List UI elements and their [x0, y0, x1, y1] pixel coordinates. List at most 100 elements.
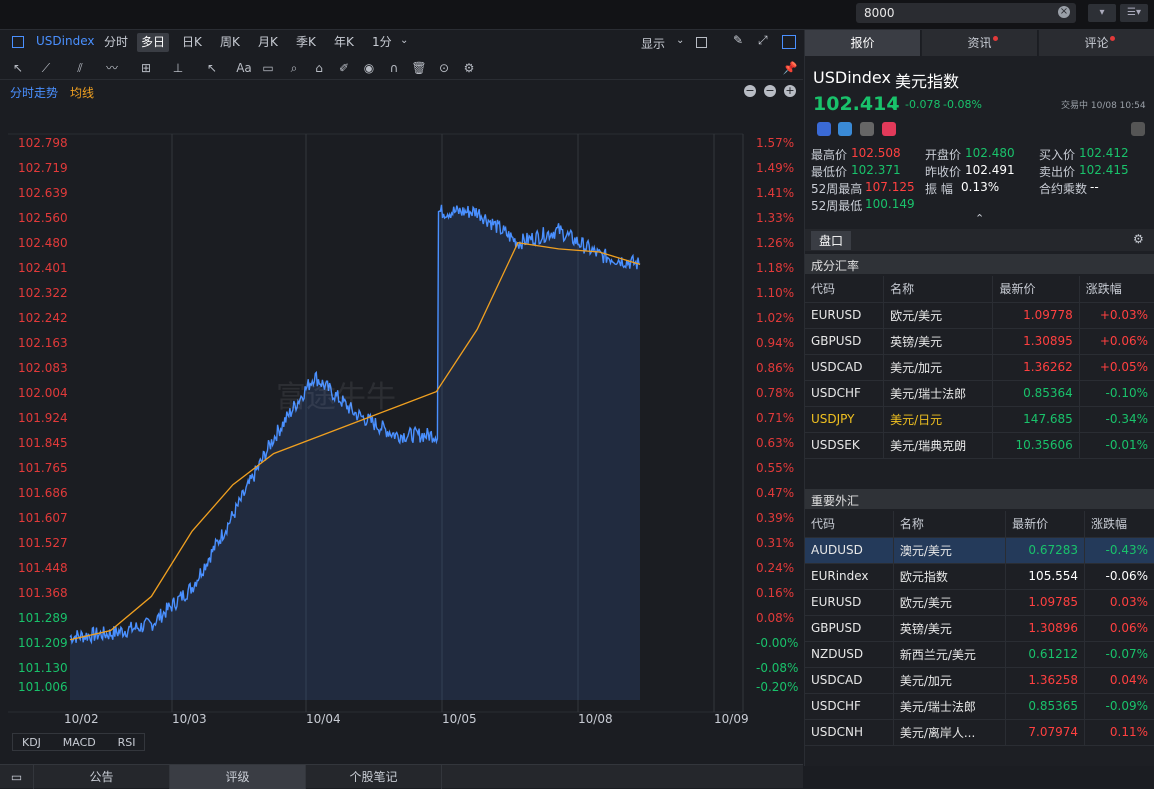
y-label-right: 1.49% — [756, 161, 795, 175]
top-bar: 8000 × ▾ ☰▾ — [0, 0, 1154, 30]
col-header[interactable]: 代码 — [805, 276, 885, 303]
search-input[interactable]: 8000 — [856, 3, 1076, 23]
doc-icon[interactable] — [860, 122, 874, 136]
table-row[interactable]: EURUSD 欧元/美元 1.09785 0.03% — [805, 589, 1154, 616]
eye-icon[interactable]: ◉ — [361, 60, 377, 76]
tab-macd[interactable]: MACD — [54, 734, 105, 752]
sidebar-toggle-icon[interactable] — [782, 35, 796, 49]
display-menu[interactable]: 显示 — [641, 35, 665, 52]
panel-icon[interactable] — [12, 36, 24, 48]
bag-icon[interactable]: ⌂ — [311, 60, 327, 76]
bell-icon[interactable] — [1131, 122, 1145, 136]
lock-icon[interactable]: ⊙ — [436, 60, 452, 76]
tab-kdj[interactable]: KDJ — [13, 734, 50, 752]
checkbox-icon[interactable] — [696, 37, 707, 48]
chevron-up-icon[interactable]: ⌃ — [975, 212, 984, 225]
table-row[interactable]: USDCHF 美元/瑞士法郎 0.85365 -0.09% — [805, 693, 1154, 720]
table-row[interactable]: USDSEK 美元/瑞典克朗 10.35606 -0.01% — [805, 432, 1154, 459]
tf-week[interactable]: 周K — [216, 33, 244, 52]
table-row[interactable]: GBPUSD 英镑/美元 1.30895 +0.06% — [805, 328, 1154, 355]
table-row[interactable]: USDCHF 美元/瑞士法郎 0.85364 -0.10% — [805, 380, 1154, 407]
price-chart[interactable]: 102.798 102.719 102.639 102.560 102.480 102.4… — [8, 102, 803, 737]
magnet-icon[interactable]: ∩ — [386, 60, 402, 76]
tab-comments[interactable]: 评论 — [1039, 30, 1154, 56]
cell-code: USDCNH — [805, 719, 894, 746]
tf-quarter[interactable]: 季K — [292, 33, 320, 52]
search-icon[interactable]: ⌕ — [286, 60, 302, 76]
tab-rating[interactable]: 评级 — [170, 765, 306, 789]
cursor-icon[interactable]: ↖ — [10, 60, 26, 76]
components-table: 代码 名称 最新价 涨跌幅 EURUSD 欧元/美元 1.09778 +0.03% GBPUSD… — [805, 276, 1154, 459]
y-label-left: 101.765 — [18, 461, 68, 475]
trash-icon[interactable]: 🗑 — [411, 60, 427, 76]
comment-icon[interactable]: ▭ — [260, 60, 276, 76]
cell-change: 0.06% — [1084, 615, 1154, 642]
cell-change: 0.03% — [1084, 589, 1154, 616]
tab-pankou[interactable]: 盘口 — [811, 231, 852, 250]
col-header[interactable]: 最新价 — [992, 276, 1080, 303]
table-row[interactable]: EURUSD 欧元/美元 1.09778 +0.03% — [805, 302, 1154, 329]
chevron-down-icon[interactable]: ⌄ — [676, 35, 684, 46]
channel-tool-icon[interactable]: ⫽ — [72, 60, 88, 76]
tf-1min[interactable]: 1分 — [368, 33, 396, 52]
table-row[interactable]: EURindex 欧元指数 105.554 -0.06% — [805, 563, 1154, 590]
col-header[interactable]: 涨跌幅 — [1084, 511, 1154, 538]
line-tool-icon[interactable]: ⟋ — [38, 60, 54, 76]
tab-news[interactable]: 资讯 — [922, 30, 1038, 56]
y-label-left: 101.845 — [18, 436, 68, 450]
tab-rsi[interactable]: RSI — [109, 734, 145, 752]
x-label: 10/09 — [714, 712, 749, 726]
col-header[interactable]: 代码 — [805, 511, 894, 538]
table-row[interactable]: GBPUSD 英镑/美元 1.30896 0.06% — [805, 615, 1154, 642]
wave-tool-icon[interactable]: 〰 — [104, 60, 120, 76]
col-header[interactable]: 最新价 — [1005, 511, 1086, 538]
arrow-tool-icon[interactable]: ↖ — [204, 60, 220, 76]
zoom-out-icon[interactable]: − — [744, 85, 756, 97]
cell-price: 1.09778 — [992, 302, 1080, 329]
brush-icon[interactable]: ✐ — [336, 60, 352, 76]
chart-svg[interactable] — [8, 102, 803, 737]
clear-icon[interactable]: × — [1058, 6, 1070, 18]
chevron-down-icon[interactable]: ⌄ — [400, 35, 408, 46]
table-row[interactable]: USDCAD 美元/加元 1.36262 +0.05% — [805, 354, 1154, 381]
heart-icon[interactable] — [882, 122, 896, 136]
skin-icon[interactable]: ▾ — [1088, 4, 1116, 22]
window-icon[interactable]: ▭ — [0, 765, 34, 789]
tab-notes[interactable]: 个股笔记 — [306, 765, 442, 789]
y-label-right: 1.57% — [756, 136, 795, 150]
table-row[interactable]: USDJPY 美元/日元 147.685 -0.34% — [805, 406, 1154, 433]
tab-announcement[interactable]: 公告 — [34, 765, 170, 789]
table-row[interactable]: USDCNH 美元/离岸人... 7.07974 0.11% — [805, 719, 1154, 746]
tf-multiday[interactable]: 多日 — [137, 33, 170, 52]
zoom-in-icon[interactable]: + — [784, 85, 796, 97]
pin-icon[interactable]: 📌 — [782, 60, 798, 76]
tf-day[interactable]: 日K — [178, 33, 206, 52]
cell-name: 美元/加元 — [883, 354, 994, 381]
table-row[interactable]: NZDUSD 新西兰元/美元 0.61212 -0.07% — [805, 641, 1154, 668]
fullscreen-icon[interactable]: ⤢ — [758, 33, 768, 48]
col-header[interactable]: 名称 — [893, 511, 1007, 538]
collapse-icon[interactable]: − — [764, 85, 776, 97]
tag-icon[interactable] — [838, 122, 852, 136]
gear-icon[interactable]: ⚙ — [1133, 232, 1144, 246]
cell-name: 欧元/美元 — [883, 302, 994, 329]
globe-icon[interactable] — [817, 122, 831, 136]
y-label-right: 1.18% — [756, 261, 795, 275]
symbol-label[interactable]: USDindex — [36, 34, 94, 48]
tf-year[interactable]: 年K — [330, 33, 358, 52]
fib-tool-icon[interactable]: ⊞ — [138, 60, 154, 76]
tf-intraday[interactable]: 分时 — [100, 33, 132, 52]
col-header[interactable]: 名称 — [883, 276, 994, 303]
gear-icon[interactable]: ⚙ — [461, 60, 477, 76]
text-tool-icon[interactable]: Aa — [236, 60, 252, 76]
pen-icon[interactable]: ✎ — [733, 33, 743, 47]
layout-icon[interactable]: ☰▾ — [1120, 4, 1148, 22]
y-label-right: 1.41% — [756, 186, 795, 200]
table-row[interactable]: USDCAD 美元/加元 1.36258 0.04% — [805, 667, 1154, 694]
col-header[interactable]: 涨跌幅 — [1079, 276, 1154, 303]
level-tool-icon[interactable]: ⊥ — [170, 60, 186, 76]
tf-month[interactable]: 月K — [254, 33, 282, 52]
stat-open: 102.480 — [965, 146, 1015, 160]
table-row[interactable]: AUDUSD 澳元/美元 0.67283 -0.43% — [805, 537, 1154, 564]
tab-quote[interactable]: 报价 — [805, 30, 921, 56]
